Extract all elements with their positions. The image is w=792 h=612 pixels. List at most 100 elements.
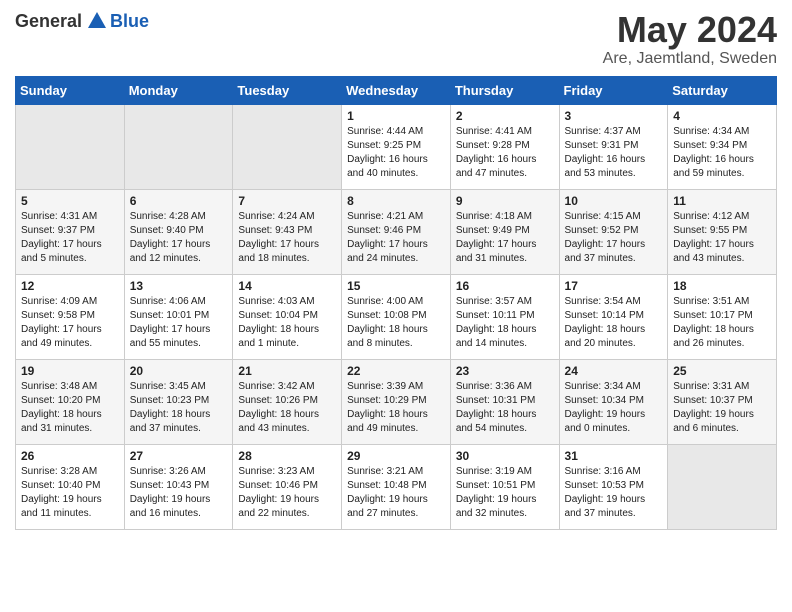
day-number: 22	[347, 364, 445, 378]
calendar-cell: 27 Sunrise: 3:26 AM Sunset: 10:43 PM Dayl…	[124, 444, 233, 529]
day-info: Sunrise: 4:15 AM Sunset: 9:52 PM Dayligh…	[565, 210, 663, 266]
day-info: Sunrise: 3:31 AM Sunset: 10:37 PM Daylig…	[673, 380, 771, 436]
day-number: 13	[130, 279, 228, 293]
calendar-cell: 20Sunrise: 3:45 AM Sunset: 10:23 PM Dayl…	[124, 359, 233, 444]
day-info: Sunrise: 3:42 AM Sunset: 10:26 PM Daylig…	[238, 380, 336, 436]
day-number: 5	[21, 194, 119, 208]
calendar-cell: 17Sunrise: 3:54 AM Sunset: 10:14 PM Dayl…	[559, 274, 668, 359]
day-info: Sunrise: 4:21 AM Sunset: 9:46 PM Dayligh…	[347, 210, 445, 266]
calendar-cell: 11 Sunrise: 4:12 AM Sunset: 9:55 PM Dayli…	[668, 189, 777, 274]
day-info: Sunrise: 4:34 AM Sunset: 9:34 PM Dayligh…	[673, 125, 771, 181]
day-info: Sunrise: 4:00 AM Sunset: 10:08 PM Daylig…	[347, 295, 445, 351]
calendar-week-row: 5 Sunrise: 4:31 AM Sunset: 9:37 PM Daylig…	[16, 189, 777, 274]
header-tuesday: Tuesday	[233, 76, 342, 104]
day-number: 24	[565, 364, 663, 378]
day-info: Sunrise: 3:39 AM Sunset: 10:29 PM Daylig…	[347, 380, 445, 436]
day-number: 21	[238, 364, 336, 378]
header-sunday: Sunday	[16, 76, 125, 104]
calendar-cell: 23 Sunrise: 3:36 AM Sunset: 10:31 PM Dayl…	[450, 359, 559, 444]
header-saturday: Saturday	[668, 76, 777, 104]
day-info: Sunrise: 3:51 AM Sunset: 10:17 PM Daylig…	[673, 295, 771, 351]
calendar-cell: 19Sunrise: 3:48 AM Sunset: 10:20 PM Dayl…	[16, 359, 125, 444]
day-number: 17	[565, 279, 663, 293]
header-monday: Monday	[124, 76, 233, 104]
day-number: 10	[565, 194, 663, 208]
day-number: 31	[565, 449, 663, 463]
day-info: Sunrise: 4:44 AM Sunset: 9:25 PM Dayligh…	[347, 125, 445, 181]
day-number: 26	[21, 449, 119, 463]
day-info: Sunrise: 4:03 AM Sunset: 10:04 PM Daylig…	[238, 295, 336, 351]
day-info: Sunrise: 3:28 AM Sunset: 10:40 PM Daylig…	[21, 465, 119, 521]
day-number: 9	[456, 194, 554, 208]
day-number: 7	[238, 194, 336, 208]
day-number: 12	[21, 279, 119, 293]
day-number: 27	[130, 449, 228, 463]
calendar-cell: 24Sunrise: 3:34 AM Sunset: 10:34 PM Dayl…	[559, 359, 668, 444]
calendar-cell: 22 Sunrise: 3:39 AM Sunset: 10:29 PM Dayl…	[342, 359, 451, 444]
day-info: Sunrise: 3:21 AM Sunset: 10:48 PM Daylig…	[347, 465, 445, 521]
day-info: Sunrise: 3:23 AM Sunset: 10:46 PM Daylig…	[238, 465, 336, 521]
calendar-cell: 28 Sunrise: 3:23 AM Sunset: 10:46 PM Dayl…	[233, 444, 342, 529]
calendar-cell: 12 Sunrise: 4:09 AM Sunset: 9:58 PM Dayli…	[16, 274, 125, 359]
calendar-cell: 5 Sunrise: 4:31 AM Sunset: 9:37 PM Daylig…	[16, 189, 125, 274]
calendar-cell: 8 Sunrise: 4:21 AM Sunset: 9:46 PM Daylig…	[342, 189, 451, 274]
calendar-header-row: SundayMondayTuesdayWednesdayThursdayFrid…	[16, 76, 777, 104]
month-title: May 2024	[603, 10, 777, 50]
day-info: Sunrise: 3:19 AM Sunset: 10:51 PM Daylig…	[456, 465, 554, 521]
day-info: Sunrise: 4:06 AM Sunset: 10:01 PM Daylig…	[130, 295, 228, 351]
day-info: Sunrise: 3:36 AM Sunset: 10:31 PM Daylig…	[456, 380, 554, 436]
day-info: Sunrise: 4:28 AM Sunset: 9:40 PM Dayligh…	[130, 210, 228, 266]
day-info: Sunrise: 4:12 AM Sunset: 9:55 PM Dayligh…	[673, 210, 771, 266]
day-number: 1	[347, 109, 445, 123]
calendar-cell: 31 Sunrise: 3:16 AM Sunset: 10:53 PM Dayl…	[559, 444, 668, 529]
calendar-cell: 18 Sunrise: 3:51 AM Sunset: 10:17 PM Dayl…	[668, 274, 777, 359]
logo-blue: Blue	[110, 11, 149, 32]
title-block: May 2024 Are, Jaemtland, Sweden	[603, 10, 777, 68]
location-title: Are, Jaemtland, Sweden	[603, 50, 777, 68]
calendar-cell: 15Sunrise: 4:00 AM Sunset: 10:08 PM Dayl…	[342, 274, 451, 359]
calendar-cell	[124, 104, 233, 189]
day-info: Sunrise: 4:41 AM Sunset: 9:28 PM Dayligh…	[456, 125, 554, 181]
day-number: 28	[238, 449, 336, 463]
day-number: 18	[673, 279, 771, 293]
day-info: Sunrise: 4:31 AM Sunset: 9:37 PM Dayligh…	[21, 210, 119, 266]
calendar-cell: 4 Sunrise: 4:34 AM Sunset: 9:34 PM Daylig…	[668, 104, 777, 189]
calendar-cell: 14Sunrise: 4:03 AM Sunset: 10:04 PM Dayl…	[233, 274, 342, 359]
calendar-cell: 2 Sunrise: 4:41 AM Sunset: 9:28 PM Daylig…	[450, 104, 559, 189]
header-wednesday: Wednesday	[342, 76, 451, 104]
calendar-cell	[668, 444, 777, 529]
day-number: 4	[673, 109, 771, 123]
calendar-week-row: 12 Sunrise: 4:09 AM Sunset: 9:58 PM Dayli…	[16, 274, 777, 359]
day-number: 30	[456, 449, 554, 463]
day-number: 11	[673, 194, 771, 208]
calendar-cell: 1 Sunrise: 4:44 AM Sunset: 9:25 PM Daylig…	[342, 104, 451, 189]
calendar-week-row: 26 Sunrise: 3:28 AM Sunset: 10:40 PM Dayl…	[16, 444, 777, 529]
calendar-cell: 25 Sunrise: 3:31 AM Sunset: 10:37 PM Dayl…	[668, 359, 777, 444]
day-info: Sunrise: 3:16 AM Sunset: 10:53 PM Daylig…	[565, 465, 663, 521]
day-number: 25	[673, 364, 771, 378]
day-info: Sunrise: 4:09 AM Sunset: 9:58 PM Dayligh…	[21, 295, 119, 351]
header-thursday: Thursday	[450, 76, 559, 104]
day-number: 16	[456, 279, 554, 293]
calendar-week-row: 1 Sunrise: 4:44 AM Sunset: 9:25 PM Daylig…	[16, 104, 777, 189]
calendar-cell: 30 Sunrise: 3:19 AM Sunset: 10:51 PM Dayl…	[450, 444, 559, 529]
day-number: 8	[347, 194, 445, 208]
day-number: 20	[130, 364, 228, 378]
day-number: 2	[456, 109, 554, 123]
calendar-cell	[233, 104, 342, 189]
calendar-cell: 9 Sunrise: 4:18 AM Sunset: 9:49 PM Daylig…	[450, 189, 559, 274]
day-number: 29	[347, 449, 445, 463]
calendar-cell	[16, 104, 125, 189]
calendar-week-row: 19Sunrise: 3:48 AM Sunset: 10:20 PM Dayl…	[16, 359, 777, 444]
day-info: Sunrise: 3:48 AM Sunset: 10:20 PM Daylig…	[21, 380, 119, 436]
day-info: Sunrise: 4:24 AM Sunset: 9:43 PM Dayligh…	[238, 210, 336, 266]
day-info: Sunrise: 3:26 AM Sunset: 10:43 PM Daylig…	[130, 465, 228, 521]
calendar-cell: 29 Sunrise: 3:21 AM Sunset: 10:48 PM Dayl…	[342, 444, 451, 529]
day-number: 23	[456, 364, 554, 378]
day-info: Sunrise: 4:18 AM Sunset: 9:49 PM Dayligh…	[456, 210, 554, 266]
calendar-cell: 16Sunrise: 3:57 AM Sunset: 10:11 PM Dayl…	[450, 274, 559, 359]
calendar-cell: 6 Sunrise: 4:28 AM Sunset: 9:40 PM Daylig…	[124, 189, 233, 274]
calendar-cell: 26 Sunrise: 3:28 AM Sunset: 10:40 PM Dayl…	[16, 444, 125, 529]
day-number: 6	[130, 194, 228, 208]
calendar-cell: 7 Sunrise: 4:24 AM Sunset: 9:43 PM Daylig…	[233, 189, 342, 274]
